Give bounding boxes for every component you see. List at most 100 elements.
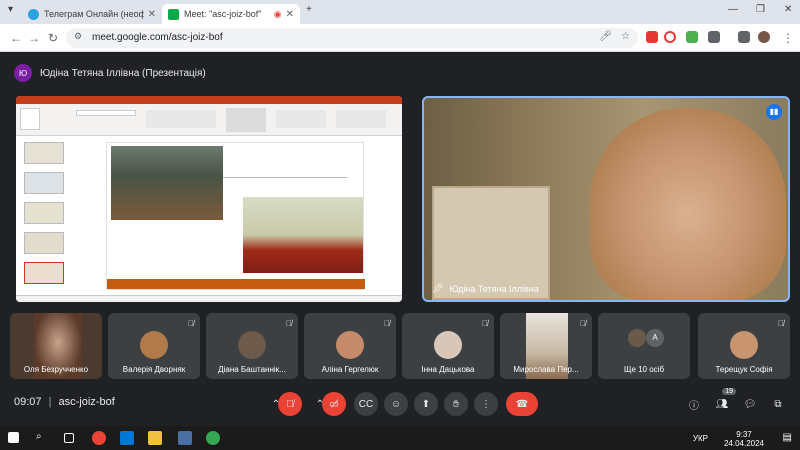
back-icon[interactable]: ← [10,31,22,45]
close-icon[interactable]: ✕ [148,9,156,20]
participant-name: Ще 10 осіб [623,365,665,374]
clock-text: 09:07 [14,396,42,408]
participant-tile[interactable]: 🎙̸ Діана Баштаннік... [206,313,298,379]
raise-hand-button[interactable]: ✋︎ [444,392,468,416]
participant-tile[interactable]: 🎙̸ Терещук Софія [698,313,790,379]
close-window-icon[interactable]: ✕ [784,4,792,15]
bookmark-star-icon[interactable]: ☆ [621,31,630,42]
captions-button[interactable]: CC [354,392,378,416]
meeting-controls: 09:07 | asc-joiz-bof ⌃ 🎙̸ ⌃ ▭̸ CC ☺ ⬆ ✋︎… [0,386,800,424]
emoji-button[interactable]: ☺ [384,392,408,416]
participant-name: Оля Безручченко [23,365,89,374]
app-icon[interactable] [178,431,192,445]
start-icon[interactable] [8,432,19,443]
clock-time: 9:37 [736,430,752,439]
slide-thumbnail[interactable] [24,232,64,254]
extension-icon[interactable] [686,31,698,43]
profile-avatar[interactable] [758,31,770,43]
clock-date: 24.04.2024 [723,439,764,448]
new-tab-button[interactable]: + [306,4,312,15]
tab-telegram[interactable]: Телеграм Онлайн (неофіцій ✕ [22,4,162,24]
address-bar: ← → ↻ ⚙ meet.google.com/asc-joiz-bof 🎤︎ … [0,24,800,52]
meeting-code: asc-joiz-bof [58,396,115,408]
participant-tile[interactable]: Оля Безручченко [10,313,102,379]
presenter-avatar: Ю [14,64,32,82]
extensions-puzzle-icon[interactable] [708,31,720,43]
restore-icon[interactable]: ❐ [756,4,765,15]
url-input[interactable]: ⚙ meet.google.com/asc-joiz-bof 🎤︎ ☆ [66,28,638,48]
participant-tile[interactable]: 🎙̸ Валерія Дворняк [108,313,200,379]
browser-tab-strip: Телеграм Онлайн (неофіцій ✕ Meet: "asc-j… [0,0,800,24]
mic-icon[interactable]: 🎤︎ [599,31,612,42]
people-count-badge: 19 [722,388,736,395]
slide-thumbnail-selected[interactable] [24,262,64,284]
slide-thumbnails [20,140,66,296]
mic-off-icon: 🎙̸ [482,319,488,328]
avatar: А [646,329,664,347]
more-options-button[interactable]: ⋮ [474,392,498,416]
reload-icon[interactable]: ↻ [48,31,58,45]
divider [223,177,347,178]
recording-icon: ◉ [273,8,282,19]
site-info-icon[interactable]: ⚙ [74,31,82,42]
tab-title: Телеграм Онлайн (неофіцій [44,9,144,19]
pin-icon[interactable]: 📌︎ [432,283,443,294]
powerpoint-ribbon [16,104,402,136]
task-view-icon[interactable] [64,433,74,443]
avatar [730,331,758,359]
powerpoint-titlebar [16,96,402,104]
keyboard-language[interactable]: УКР [693,434,708,443]
forward-icon[interactable]: → [28,31,40,45]
more-participants-tile[interactable]: А Ще 10 осіб [598,313,690,379]
people-button[interactable]: 👥︎ 19 [710,388,736,416]
mic-off-icon: 🎙̸ [384,319,390,328]
participant-name: Валерія Дворняк [122,365,186,374]
notifications-icon[interactable]: ▤ [783,432,792,443]
search-icon[interactable]: ⌕ [36,431,42,445]
tab-meet[interactable]: Meet: "asc-joiz-bof" ◉ ✕ [162,4,300,24]
telegram-icon [28,8,39,20]
avatar [434,331,462,359]
video-name-tag: 📌︎ Юдіна Тетяна Іллівна [432,283,539,294]
shared-presentation[interactable] [16,96,402,302]
leave-call-button[interactable]: ☎︎ [506,392,538,416]
paste-icon [20,108,40,130]
chrome-icon[interactable] [206,431,220,445]
avatar [628,329,646,347]
participant-video [590,108,786,300]
minimize-icon[interactable]: — [728,4,738,15]
close-icon[interactable]: ✕ [286,9,294,20]
participant-tile[interactable]: 🎙̸ Інна Дацькова [402,313,494,379]
meeting-details-icon[interactable]: ⓘ [682,392,706,416]
slide-thumbnail[interactable] [24,202,64,224]
main-video-name: Юдіна Тетяна Іллівна [449,283,539,294]
powerpoint-statusbar [16,295,402,302]
menu-icon[interactable]: ⋮ [782,31,794,45]
slide-photo-classroom [111,146,223,220]
mic-off-button[interactable]: 🎙̸ [278,392,302,416]
activities-icon[interactable]: ⧉ [766,392,790,416]
main-video-tile[interactable]: ▮▮ 📌︎ Юдіна Тетяна Іллівна [422,96,790,302]
file-explorer-icon[interactable] [148,431,162,445]
present-button[interactable]: ⬆ [414,392,438,416]
system-clock[interactable]: 9:37 24.04.2024 [724,430,764,448]
participant-tile[interactable]: 🎙̸ Мирослава Пер... [500,313,592,379]
opera-icon[interactable] [664,31,676,43]
media-control-icon[interactable] [738,31,750,43]
chrome-icon[interactable] [92,431,106,445]
chat-icon[interactable]: 💬︎ [738,392,762,416]
participant-tile[interactable]: 🎙̸ Аліна Гергелюк [304,313,396,379]
slide-thumbnail[interactable] [24,142,64,164]
camera-off-button[interactable]: ▭̸ [322,392,346,416]
presenter-label: Ю Юдіна Тетяна Іллівна (Презентація) [14,63,206,83]
url-text: meet.google.com/asc-joiz-bof [92,32,223,43]
extension-icon[interactable] [646,31,658,43]
outlook-icon[interactable] [120,431,134,445]
slide-thumbnail[interactable] [24,172,64,194]
mic-off-icon: 🎙̸ [778,319,784,328]
avatar [336,331,364,359]
slide-footer-band [107,279,365,289]
tab-title: Meet: "asc-joiz-bof" [184,9,262,19]
windows-taskbar: ⌕ УКР 9:37 24.04.2024 ▤ [0,426,800,450]
tab-search-icon[interactable]: ▾ [8,4,13,15]
